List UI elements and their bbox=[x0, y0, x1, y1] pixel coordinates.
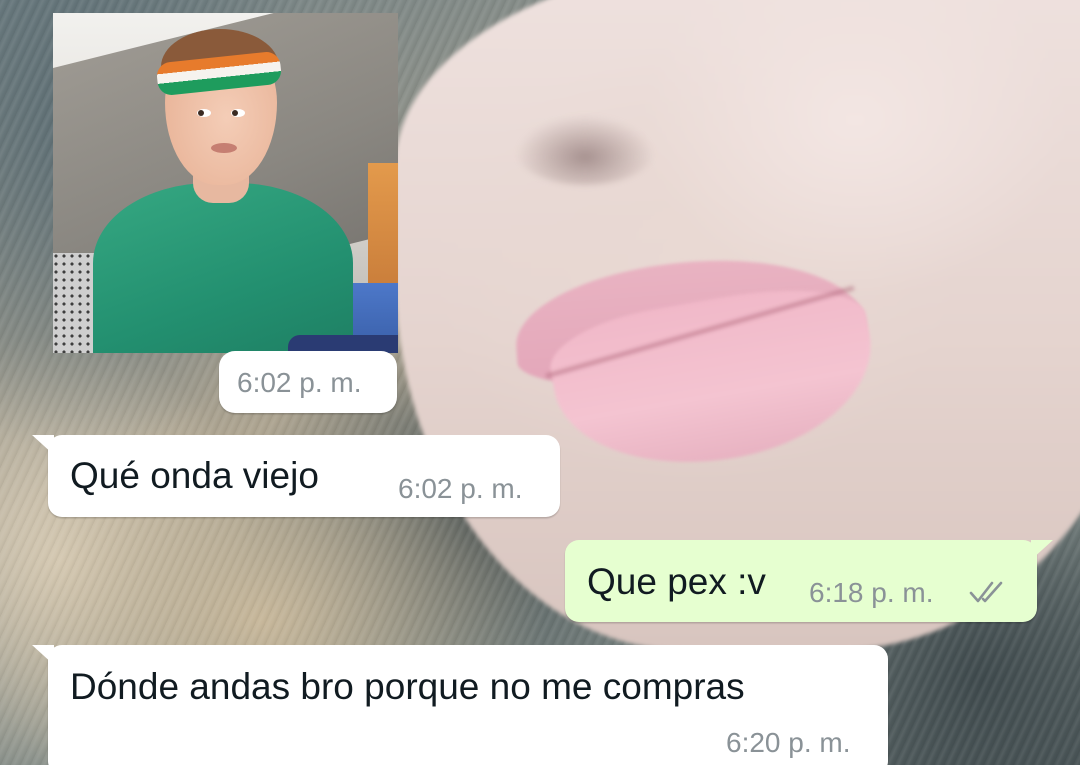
sticker-boy-shirt bbox=[93, 183, 353, 353]
message-text: Que pex :v bbox=[587, 561, 766, 602]
outgoing-message-bubble[interactable]: Que pex :v 6:18 p. m. bbox=[565, 540, 1053, 622]
sticker-boy-eye-right bbox=[231, 109, 245, 117]
wallpaper-nose bbox=[515, 115, 655, 185]
message-time: 6:18 p. m. bbox=[809, 577, 934, 608]
message-time: 6:02 p. m. bbox=[398, 473, 523, 504]
sticker-message[interactable] bbox=[53, 13, 398, 353]
bubble-tail bbox=[32, 645, 54, 665]
incoming-message-bubble[interactable]: Dónde andas bro porque no me compras 6:2… bbox=[32, 645, 888, 765]
incoming-message-bubble[interactable]: Qué onda viejo 6:02 p. m. bbox=[32, 435, 560, 517]
sticker-boy-mouth bbox=[211, 143, 237, 153]
sticker-boy-eye-left bbox=[197, 109, 211, 117]
double-check-icon bbox=[969, 581, 1003, 603]
sticker-timestamp-pill: 6:02 p. m. bbox=[219, 351, 397, 413]
message-time: 6:02 p. m. bbox=[237, 367, 362, 398]
bubble-tail bbox=[1031, 540, 1053, 560]
message-text: Qué onda viejo bbox=[70, 455, 319, 496]
chat-screen: 6:02 p. m. Qué onda viejo 6:02 p. m. Que… bbox=[0, 0, 1080, 765]
message-text: Dónde andas bro porque no me compras bbox=[70, 666, 745, 707]
message-time: 6:20 p. m. bbox=[726, 727, 851, 758]
bubble-tail bbox=[32, 435, 54, 455]
sticker-orange-block bbox=[368, 163, 398, 293]
